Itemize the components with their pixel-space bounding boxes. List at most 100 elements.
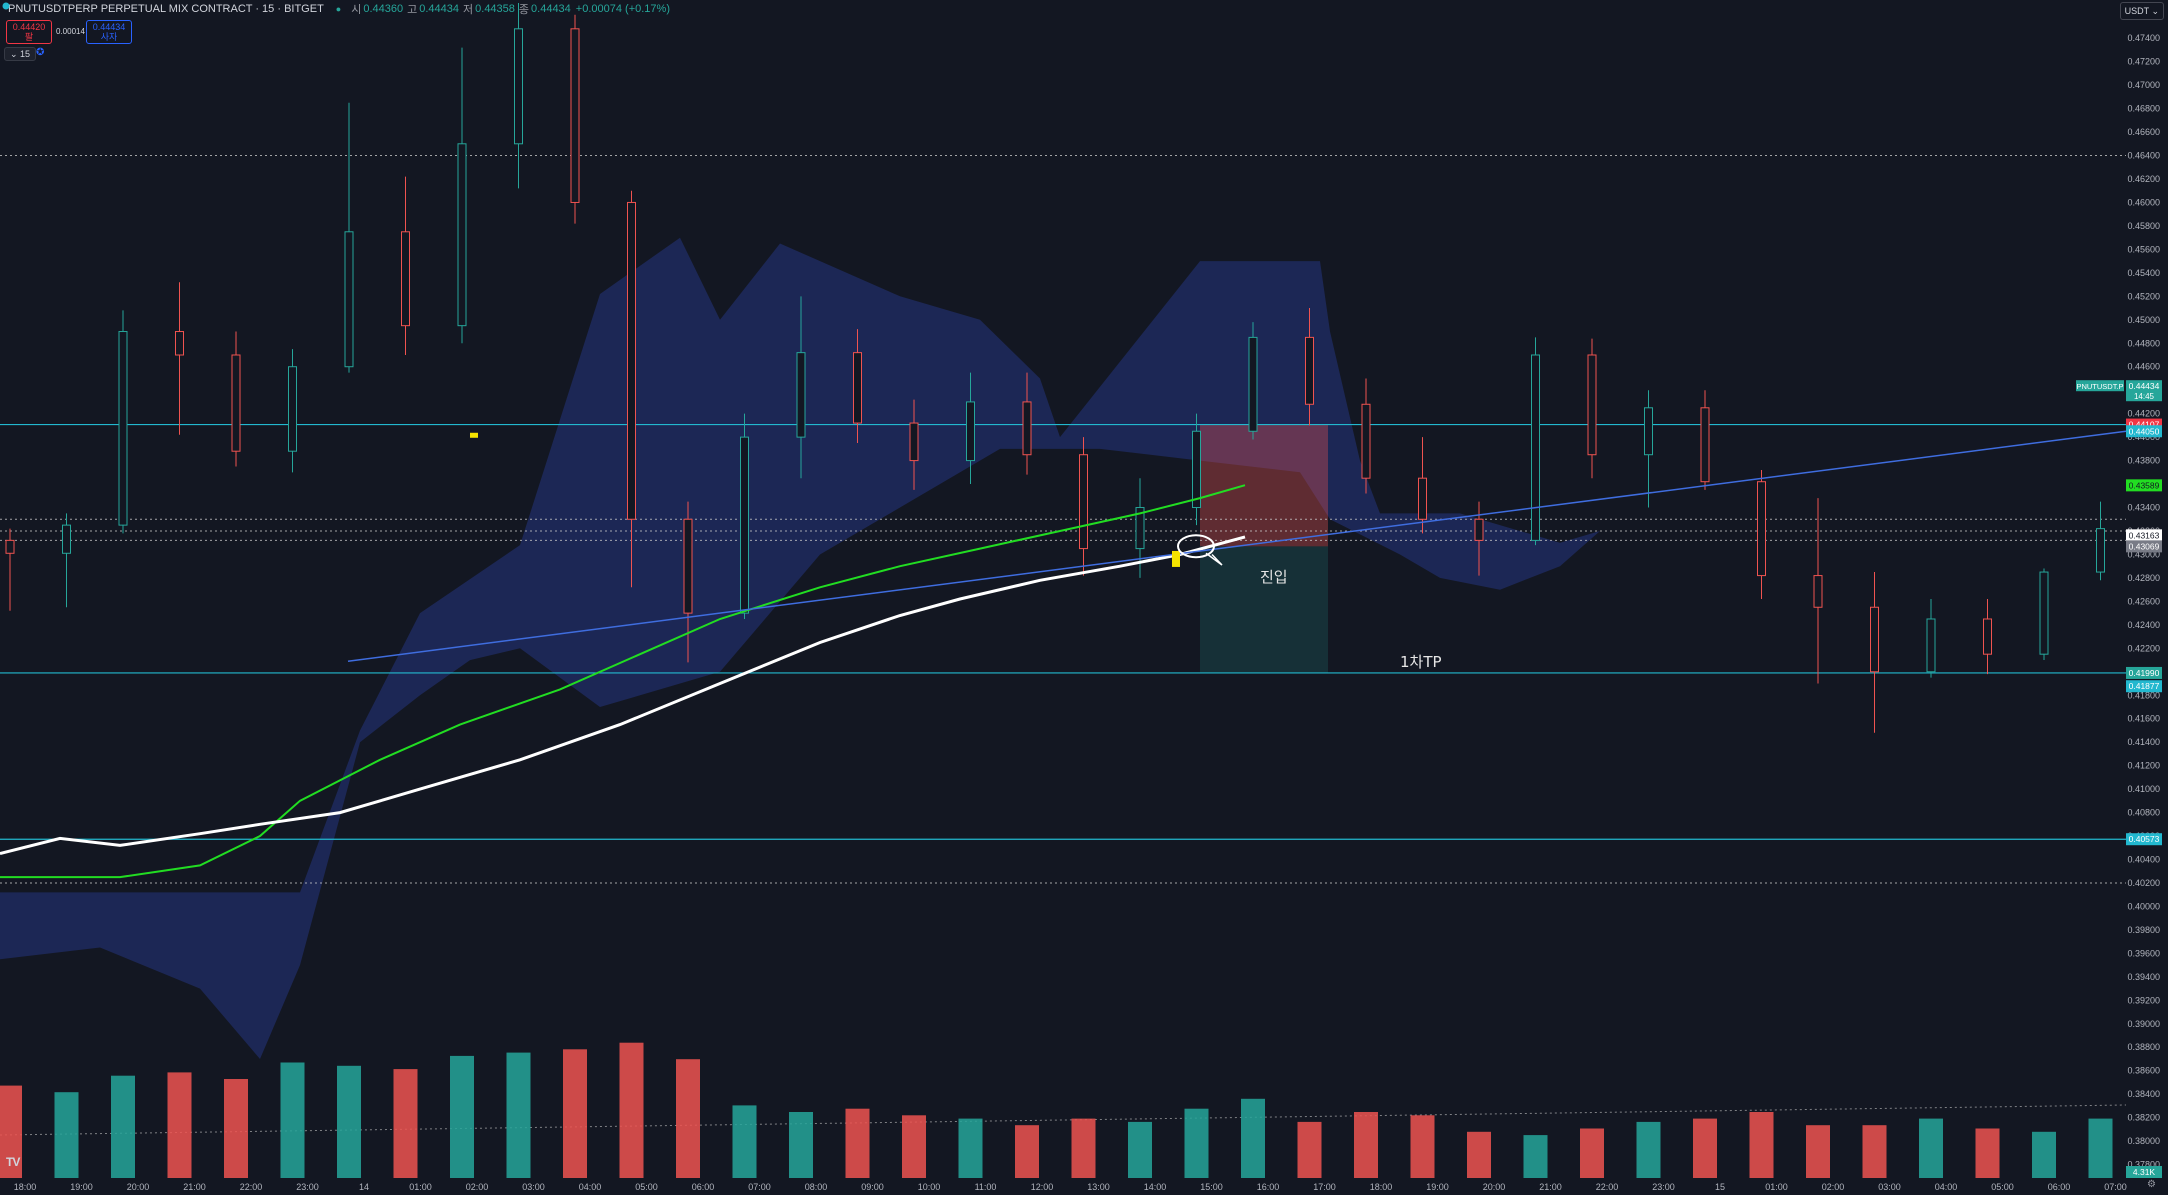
- time-tick-label: 14: [359, 1182, 369, 1192]
- time-tick-label: 04:00: [579, 1182, 602, 1192]
- high-value: 0.44434: [419, 3, 460, 15]
- time-tick-label: 21:00: [1539, 1182, 1562, 1192]
- sell-button[interactable]: 0.44420 팔: [6, 20, 52, 44]
- time-tick-label: 07:00: [2104, 1182, 2127, 1192]
- price-tick-label: 0.46200: [2127, 174, 2160, 184]
- time-tick-label: 23:00: [296, 1182, 319, 1192]
- candle-body: [966, 401, 975, 462]
- time-tick-label: 06:00: [692, 1182, 715, 1192]
- volume-bar: [563, 1049, 587, 1178]
- price-tick-label: 0.47200: [2127, 57, 2160, 67]
- price-tick-label: 0.42600: [2127, 596, 2160, 606]
- price-tick-label: 0.42800: [2127, 573, 2160, 583]
- candle-body: [1531, 354, 1540, 541]
- open-value: 0.44360: [363, 3, 404, 15]
- candle-body: [2096, 528, 2105, 573]
- candle-body: [853, 352, 862, 424]
- time-tick-label: 07:00: [748, 1182, 771, 1192]
- volume-bar: [1241, 1098, 1265, 1178]
- time-tick-label: 02:00: [466, 1182, 489, 1192]
- time-tick-label: 15:00: [1200, 1182, 1223, 1192]
- open-label: 시: [351, 4, 362, 16]
- price-badge-value: 0.40573: [2129, 834, 2160, 844]
- price-tick-label: 0.38400: [2127, 1089, 2160, 1099]
- volume-bar: [337, 1065, 361, 1178]
- currency-selector[interactable]: USDT ⌄: [2119, 2, 2164, 20]
- volume-bar: [789, 1112, 813, 1178]
- volume-bar: [1354, 1112, 1378, 1178]
- volume-bar: [1919, 1118, 1943, 1178]
- time-tick-label: 20:00: [127, 1182, 150, 1192]
- candle-body: [1418, 477, 1427, 520]
- candle-body: [796, 352, 806, 438]
- price-tick-label: 0.44600: [2127, 362, 2160, 372]
- price-tick-label: 0.40200: [2127, 878, 2160, 888]
- volume-bar: [450, 1055, 474, 1178]
- buy-button[interactable]: 0.44434 사자: [86, 20, 132, 44]
- low-value: 0.44358: [475, 3, 515, 15]
- price-tick-label: 0.38600: [2127, 1066, 2160, 1076]
- volume-bar: [393, 1069, 418, 1178]
- price-tick-label: 0.46600: [2127, 127, 2160, 137]
- price-tick-label: 0.41200: [2127, 761, 2160, 771]
- volume-bars: [0, 1042, 2168, 1178]
- low-label: 저: [463, 4, 474, 16]
- time-tick-label: 16:00: [1257, 1182, 1280, 1192]
- candle-body: [627, 201, 636, 520]
- price-chart[interactable]: 0.476000.474000.472000.470000.468000.466…: [0, 0, 2168, 1195]
- volume-bar: [902, 1115, 926, 1178]
- volume-bar: [1184, 1108, 1209, 1178]
- candle-body: [1248, 336, 1258, 432]
- time-tick-label: 09:00: [861, 1182, 884, 1192]
- time-tick-label: 01:00: [409, 1182, 432, 1192]
- volume-bar: [1015, 1125, 1039, 1178]
- volume-bar: [1128, 1121, 1152, 1178]
- interval-selector[interactable]: ⌄ 15: [4, 47, 37, 61]
- time-tick-label: 06:00: [2048, 1182, 2071, 1192]
- price-badge-value: 4.31K: [2133, 1167, 2156, 1177]
- volume-bar: [1749, 1112, 1774, 1178]
- symbol-title[interactable]: PNUTUSDTPERP PERPETUAL MIX CONTRACT · 15…: [8, 3, 324, 15]
- high-label: 고: [407, 4, 418, 16]
- price-tick-label: 0.39800: [2127, 925, 2160, 935]
- bitget-logo-icon: [2, 2, 10, 10]
- tp1-label: 1차TP: [1400, 653, 1442, 671]
- price-tick-label: 0.45200: [2127, 291, 2160, 301]
- tradingview-logo-icon[interactable]: TV: [6, 1155, 30, 1169]
- candle-body: [1757, 481, 1766, 577]
- volume-bar: [1071, 1118, 1096, 1178]
- price-tick-label: 0.44200: [2127, 409, 2160, 419]
- price-tick-label: 0.38000: [2127, 1136, 2160, 1146]
- gear-icon[interactable]: ✪: [36, 48, 46, 58]
- market-status-icon: ●: [335, 4, 342, 14]
- currency-label: USDT: [2124, 6, 2149, 16]
- axis-settings-icon[interactable]: ⚙: [2147, 1179, 2156, 1190]
- price-tick-label: 0.43400: [2127, 503, 2160, 513]
- time-tick-label: 10:00: [918, 1182, 941, 1192]
- price-axis[interactable]: 0.476000.474000.472000.470000.468000.466…: [2126, 0, 2168, 1195]
- volume-bar: [2032, 1131, 2056, 1178]
- time-axis[interactable]: 18:00 19:00 20:00 21:00 22:00 23:00 14 01:00 02:…: [0, 1181, 2168, 1195]
- volume-bar: [1975, 1128, 2000, 1178]
- candle-body: [1022, 401, 1032, 456]
- candle-body: [1926, 618, 1936, 673]
- time-tick-label: 18:00: [14, 1182, 37, 1192]
- time-tick-label: 22:00: [240, 1182, 263, 1192]
- entry-marker: [1172, 550, 1180, 567]
- price-tick-label: 0.45400: [2127, 268, 2160, 278]
- candle-body: [231, 354, 241, 452]
- volume-bar: [845, 1108, 870, 1178]
- volume-bar: [1806, 1125, 1830, 1178]
- sell-label: 팔: [24, 32, 34, 42]
- price-tick-label: 0.38800: [2127, 1042, 2160, 1052]
- spread-value: 0.00014: [56, 27, 85, 36]
- candle-body: [909, 422, 919, 462]
- buy-label: 사자: [100, 32, 118, 42]
- price-badge-value: 0.44050: [2129, 426, 2160, 436]
- price-tick-label: 0.46400: [2127, 151, 2160, 161]
- volume-bar: [2088, 1118, 2113, 1178]
- price-badge-value: 0.41990: [2129, 668, 2160, 678]
- price-badge-value: 0.41877: [2129, 681, 2160, 691]
- candle-body: [1305, 336, 1314, 405]
- volume-bar: [1297, 1121, 1322, 1178]
